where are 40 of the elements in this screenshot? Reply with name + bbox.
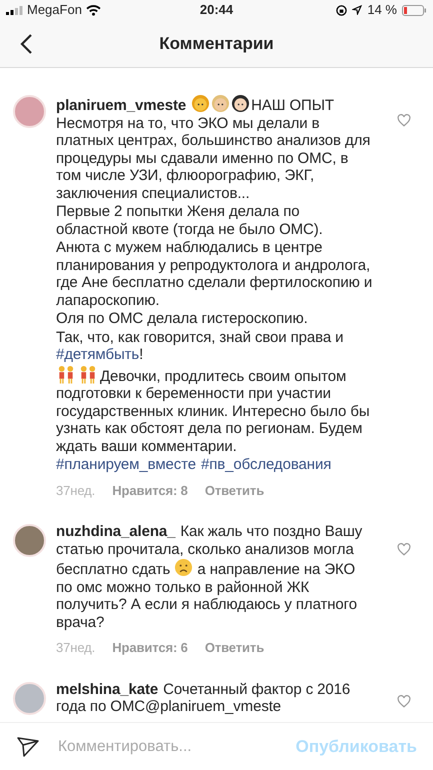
page-title: Комментарии	[158, 32, 275, 55]
rotation-lock-icon	[336, 4, 348, 16]
hashtag-link[interactable]: #планируем_вместе	[56, 456, 196, 473]
username-link[interactable]: nuzhdina_alena_	[56, 523, 176, 540]
signal-icon	[6, 6, 23, 14]
comment-text: Первые 2 попытки Женя делала по областной квоте (тогда не было ОМС).	[56, 203, 324, 238]
back-chevron-icon	[20, 32, 32, 54]
woman-emoji-icon	[191, 94, 210, 113]
heart-icon[interactable]	[397, 694, 411, 708]
hashtag-link[interactable]: #пв_обследования	[201, 456, 332, 473]
comment-age: 37нед.	[56, 482, 96, 499]
woman-emoji-icon	[211, 94, 230, 113]
avatar[interactable]	[13, 682, 46, 714]
wifi-icon	[86, 4, 101, 16]
comment-text: melshina_kate Сочетанный фактор с 2016 года по ОМС@planiruem_vmeste	[56, 680, 352, 716]
username-link[interactable]: melshina_kate	[56, 680, 158, 698]
sad-face-emoji-icon	[174, 558, 194, 577]
comment-text: nuzhdina_alena_ Как жаль что поздно Вашу статью прочитала, сколько анализов могла бесплатно сдать а направление на ЭКО по омс можно только в районной ЖК получить? А если я наблюдаюсь у платного врача?	[56, 523, 364, 631]
battery-icon	[402, 4, 427, 16]
paper-plane-icon[interactable]	[16, 736, 40, 758]
two-women-emoji-icon	[78, 364, 98, 384]
comment-text: Так, что, как говорится, знай свои права и #детямбыть!	[56, 328, 344, 364]
comment-text: Оля по ОМС делала гистероскопию.	[56, 310, 309, 328]
heart-icon[interactable]	[397, 543, 411, 556]
battery-percent: 14 %	[367, 1, 397, 20]
comment-text: planiruem_vmeste НАШ ОПЫТ Несмотря на то, что ЭКО мы делали в платных центрах, большинство анализов для процедуры мы сдавали именно по ОМС, в том числе УЗИ, флюорографию, ЭКГ, заключения специалистов...	[56, 94, 373, 202]
comment-input[interactable]: Комментировать...	[58, 734, 278, 758]
comment-text: Девочки, продлитесь своим опытом подготовки к беременности при участии государственных клиник. Интересно было бы узнать как обстоят дела по регионам. Будем ждать ваши комментарии.	[56, 364, 373, 455]
two-women-emoji-icon	[56, 364, 76, 384]
avatar[interactable]	[13, 524, 46, 557]
comment-text: Анюта с мужем наблюдались в центре планирования у репродуктолога и андролога, где Ане бесплатно сделали фертилоскопию и лапароскопию.	[56, 239, 373, 309]
heart-icon[interactable]	[397, 114, 411, 127]
location-arrow-icon	[352, 5, 362, 15]
clock-time: 20:44	[200, 1, 234, 20]
hashtag-link[interactable]: #детямбыть	[56, 346, 140, 363]
avatar[interactable]	[13, 95, 46, 128]
username-link[interactable]: planiruem_vmeste	[56, 97, 186, 114]
carrier-name: MegaFon	[27, 1, 82, 20]
comment-age: 37нед.	[56, 639, 96, 656]
woman-emoji-icon	[231, 94, 250, 113]
